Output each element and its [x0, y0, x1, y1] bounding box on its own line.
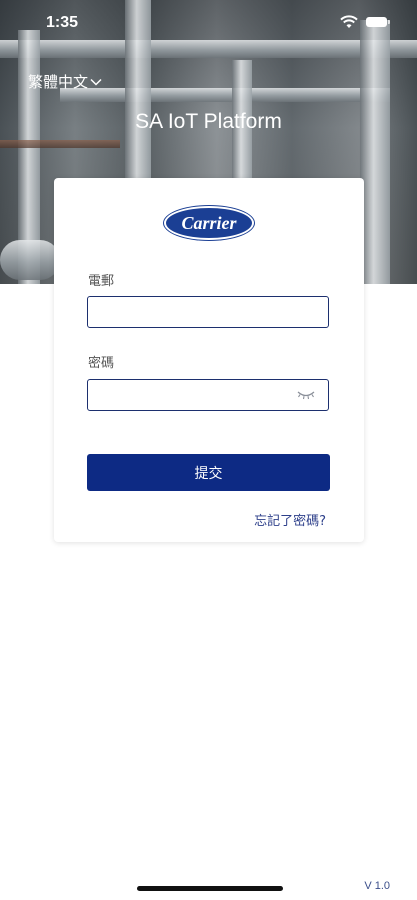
login-card: Carrier 電郵 密碼 提交 忘記了密碼?: [54, 178, 364, 542]
language-label: 繁體中文: [28, 73, 89, 91]
forgot-password-link[interactable]: 忘記了密碼?: [254, 510, 326, 529]
carrier-logo: Carrier: [164, 206, 254, 240]
password-field-box: [87, 379, 329, 411]
version-label: V 1.0: [364, 880, 390, 892]
home-indicator[interactable]: [137, 886, 283, 891]
eye-closed-icon[interactable]: [296, 389, 316, 401]
language-selector[interactable]: 繁體中文: [28, 71, 102, 92]
submit-button[interactable]: 提交: [87, 454, 330, 491]
password-field[interactable]: [88, 380, 308, 410]
password-label: 密碼: [88, 356, 115, 371]
email-field[interactable]: [88, 297, 308, 327]
app-title: SA IoT Platform: [135, 110, 282, 133]
chevron-down-icon: [90, 78, 102, 86]
wifi-icon: [340, 15, 358, 28]
battery-icon: [366, 17, 390, 27]
email-label: 電郵: [88, 274, 115, 289]
status-time: 1:35: [46, 14, 79, 31]
email-field-box: [87, 296, 329, 328]
status-bar: 1:35: [0, 0, 417, 48]
logo-text: Carrier: [181, 212, 237, 233]
